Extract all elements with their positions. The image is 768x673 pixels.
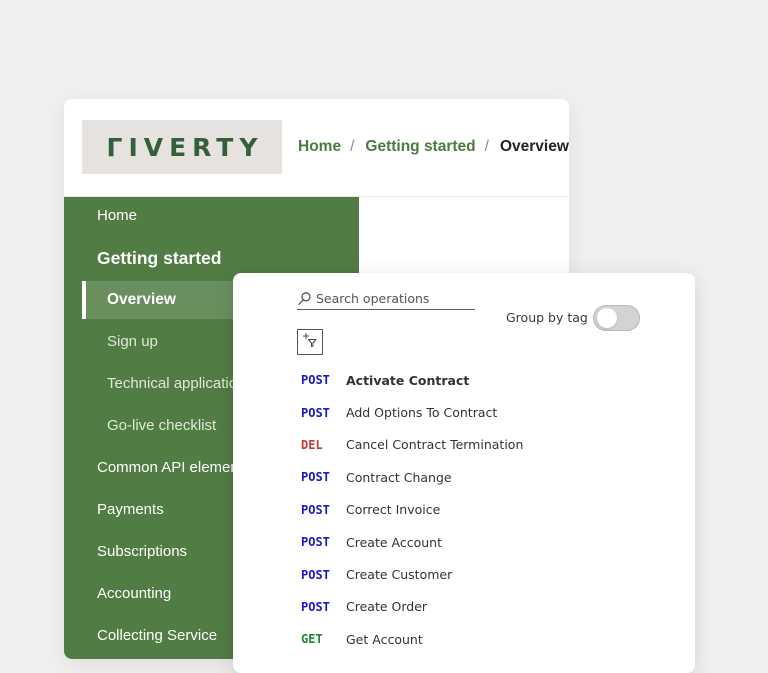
operation-name: Activate Contract bbox=[346, 372, 470, 388]
breadcrumb-current: Overview bbox=[499, 138, 569, 155]
group-by-tag-label: Group by tag bbox=[506, 310, 588, 325]
operation-method-badge: DEL bbox=[301, 437, 323, 452]
operation-row[interactable]: POST Create Account bbox=[301, 526, 681, 558]
docs-header: ΓIVERTY Home / Getting started / Overvie… bbox=[64, 99, 569, 197]
operation-row[interactable]: POST Create Customer bbox=[301, 558, 681, 590]
operation-method-badge: POST bbox=[301, 567, 330, 582]
breadcrumb-getting-started[interactable]: Getting started bbox=[365, 138, 475, 156]
sidebar-item-go-live-checklist[interactable]: Go-live checklist bbox=[107, 417, 216, 434]
operation-row[interactable]: POST Contract Change bbox=[301, 461, 681, 493]
operation-name: Correct Invoice bbox=[346, 502, 441, 518]
search-input[interactable] bbox=[316, 290, 471, 306]
search-icon bbox=[297, 291, 312, 306]
operation-method-badge: POST bbox=[301, 502, 330, 517]
operation-method-badge: POST bbox=[301, 373, 330, 388]
breadcrumb: Home / Getting started / Overview bbox=[298, 138, 569, 156]
toggle-knob bbox=[597, 308, 617, 328]
operation-row[interactable]: POST Add Options To Contract bbox=[301, 396, 681, 428]
operations-list: POST Activate Contract POST Add Options To … bbox=[301, 364, 681, 656]
logo-text: ΓIVERTY bbox=[106, 132, 264, 162]
sidebar-item-common-api-elements[interactable]: Common API elements bbox=[97, 459, 250, 476]
api-operations-panel: Group by tag POST Activate Contract POST Ad… bbox=[233, 273, 695, 673]
operation-name: Create Account bbox=[346, 534, 442, 550]
operation-name: Cancel Contract Termination bbox=[346, 437, 524, 453]
filter-icon bbox=[302, 332, 318, 353]
operation-name: Get Account bbox=[346, 631, 423, 647]
operation-name: Create Order bbox=[346, 599, 428, 615]
operation-method-badge: POST bbox=[301, 599, 330, 614]
sidebar-item-getting-started[interactable]: Getting started bbox=[97, 248, 221, 269]
sidebar-item-payments[interactable]: Payments bbox=[97, 501, 164, 518]
operation-row[interactable]: POST Activate Contract bbox=[301, 364, 681, 396]
operation-method-badge: GET bbox=[301, 632, 323, 647]
operation-name: Contract Change bbox=[346, 469, 452, 485]
operation-method-badge: POST bbox=[301, 470, 330, 485]
sidebar-item-sign-up[interactable]: Sign up bbox=[107, 333, 158, 350]
operation-row[interactable]: GET Get Account bbox=[301, 623, 681, 655]
operation-name: Add Options To Contract bbox=[346, 405, 498, 421]
group-by-tag-toggle[interactable] bbox=[593, 305, 640, 331]
sidebar-item-subscriptions[interactable]: Subscriptions bbox=[97, 543, 187, 560]
sidebar-item-technical-application[interactable]: Technical application bbox=[107, 375, 245, 392]
search-bar bbox=[297, 287, 475, 310]
sidebar-item-overview[interactable]: Overview bbox=[107, 291, 176, 309]
breadcrumb-home[interactable]: Home bbox=[298, 138, 341, 156]
operation-method-badge: POST bbox=[301, 405, 330, 420]
riverty-logo[interactable]: ΓIVERTY bbox=[82, 120, 282, 174]
operation-name: Create Customer bbox=[346, 567, 453, 583]
filter-button[interactable] bbox=[297, 329, 323, 355]
operation-row[interactable]: DEL Cancel Contract Termination bbox=[301, 429, 681, 461]
sidebar-item-collecting-service[interactable]: Collecting Service bbox=[97, 627, 217, 644]
operation-row[interactable]: POST Correct Invoice bbox=[301, 494, 681, 526]
operation-method-badge: POST bbox=[301, 535, 330, 550]
breadcrumb-separator: / bbox=[484, 138, 489, 155]
sidebar-item-accounting[interactable]: Accounting bbox=[97, 585, 171, 602]
sidebar-item-home[interactable]: Home bbox=[97, 207, 137, 224]
breadcrumb-separator: / bbox=[350, 138, 355, 155]
operation-row[interactable]: POST Create Order bbox=[301, 591, 681, 623]
